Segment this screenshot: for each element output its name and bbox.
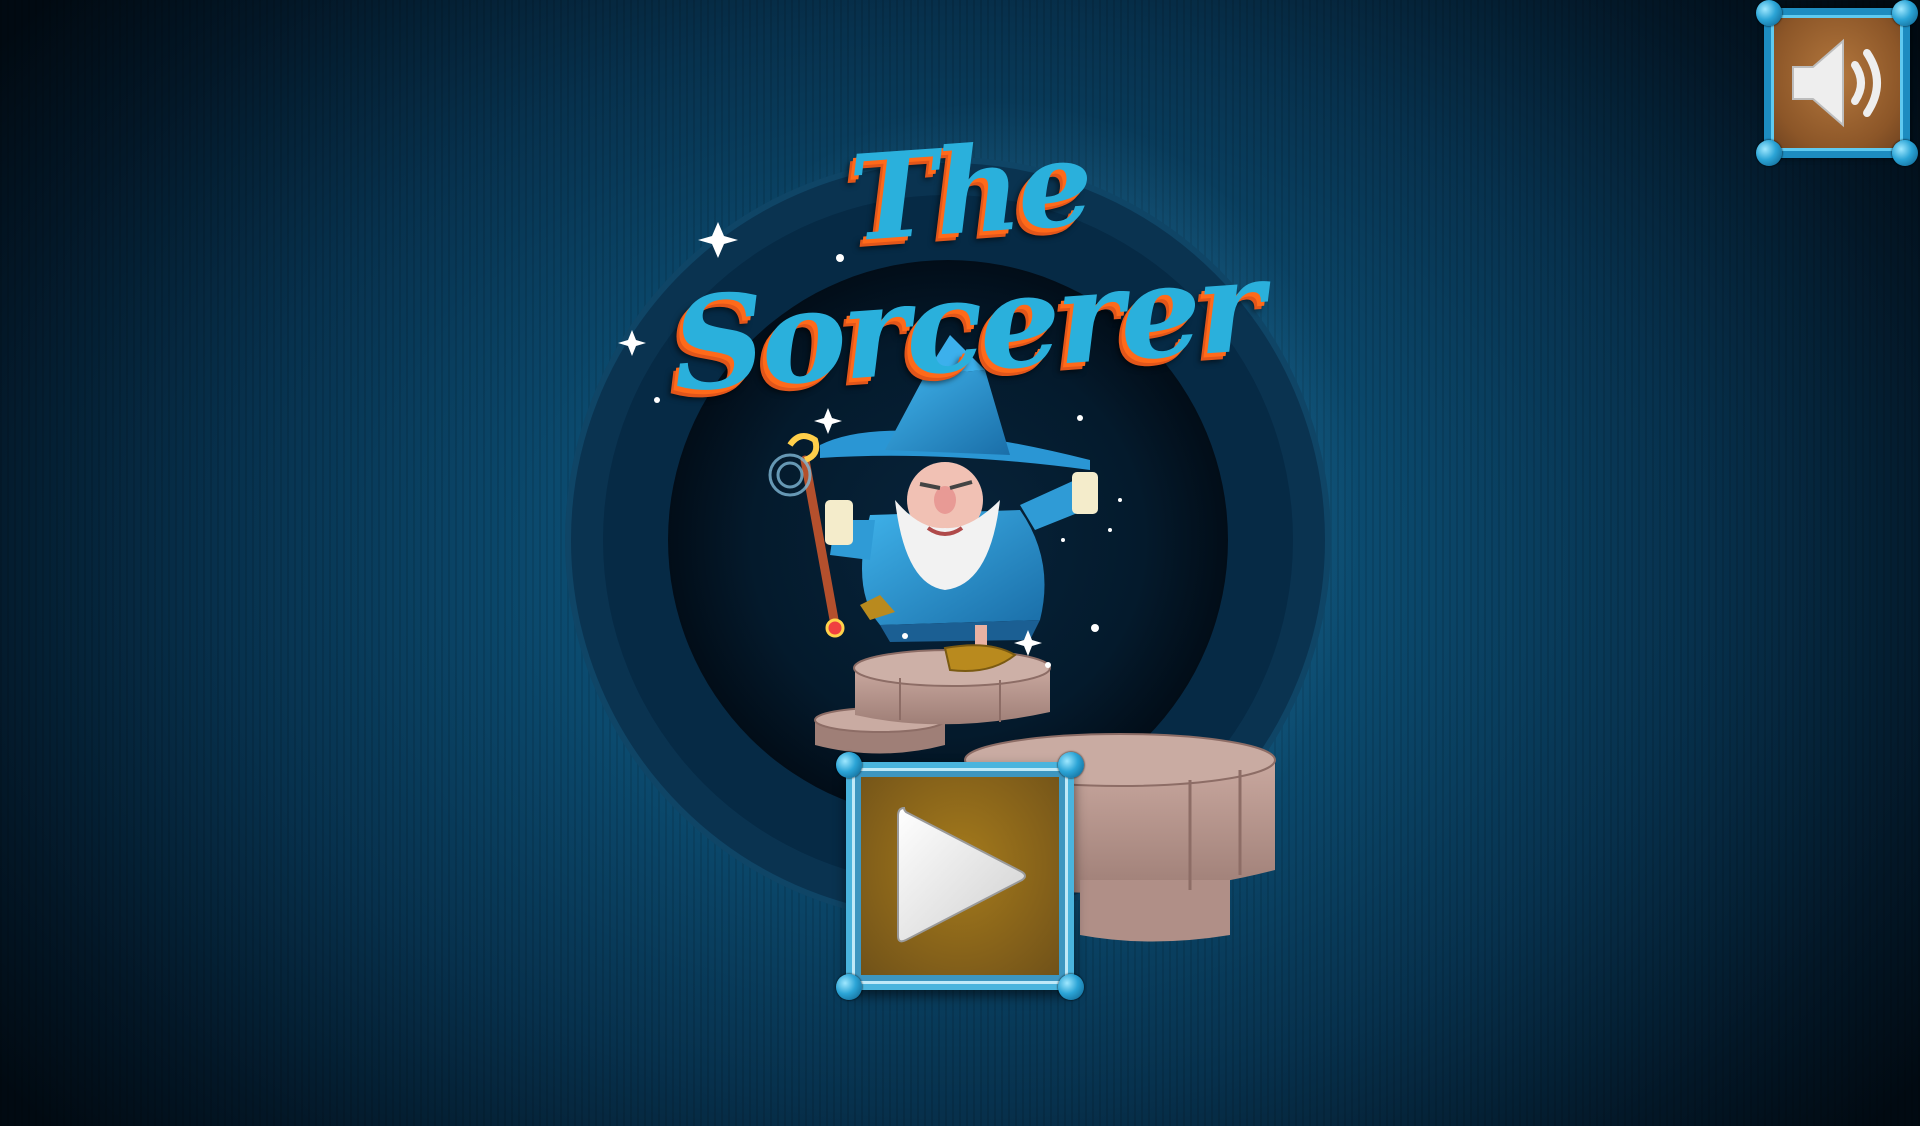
play-icon: [897, 806, 1026, 943]
speaker-icon: [1792, 38, 1881, 128]
game-title-line1: The: [845, 112, 1095, 269]
sound-toggle-button[interactable]: [1756, 0, 1918, 166]
play-button[interactable]: [836, 752, 1084, 1000]
game-title-screen: The Sorcerer: [0, 0, 1920, 1126]
game-title-line2: Sorcerer: [667, 230, 1266, 422]
